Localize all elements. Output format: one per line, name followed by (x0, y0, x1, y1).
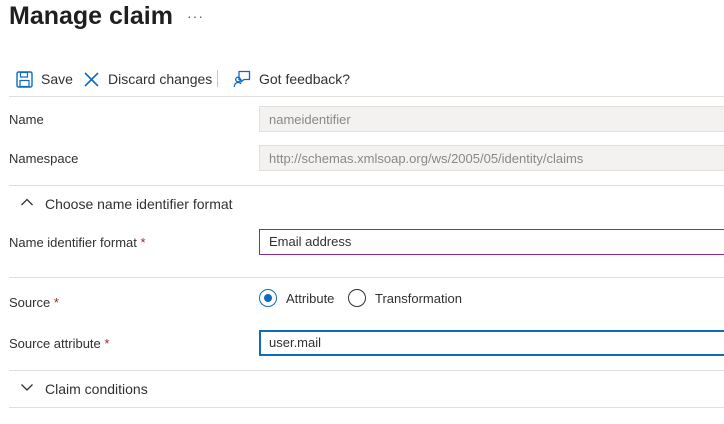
save-icon (16, 70, 41, 88)
radio-checked-icon (259, 289, 277, 307)
radio-unchecked-icon (348, 289, 366, 307)
source-attribute-combobox[interactable]: user.mail (259, 330, 724, 356)
save-label: Save (41, 71, 73, 87)
feedback-label: Got feedback? (259, 71, 351, 87)
claim-conditions-title: Claim conditions (45, 380, 148, 397)
required-marker: * (104, 336, 110, 351)
source-label: Source * (9, 295, 59, 310)
source-transformation-option-label: Transformation (375, 290, 462, 306)
namespace-field (259, 145, 724, 171)
feedback-icon (233, 70, 259, 88)
discard-changes-label: Discard changes (108, 71, 213, 87)
save-button[interactable]: Save (16, 66, 73, 92)
radio-dot (264, 294, 272, 302)
source-attribute-label: Source attribute * (9, 336, 110, 351)
section-divider (9, 185, 724, 186)
name-label: Name (9, 112, 44, 127)
name-identifier-section-title: Choose name identifier format (45, 195, 233, 212)
chevron-up-icon (20, 195, 45, 212)
page-title: Manage claim (9, 2, 173, 30)
close-icon (83, 71, 108, 88)
toolbar-divider (9, 96, 724, 97)
claim-conditions-toggle[interactable]: Claim conditions (20, 380, 148, 397)
namespace-label: Namespace (9, 151, 79, 166)
name-identifier-format-label: Name identifier format * (9, 235, 146, 250)
name-identifier-format-dropdown[interactable]: Email address (259, 229, 724, 255)
source-transformation-radio[interactable]: Transformation (348, 289, 462, 307)
discard-changes-button[interactable]: Discard changes (83, 66, 212, 92)
toolbar-separator (217, 70, 218, 87)
more-options-button[interactable]: ··· (187, 8, 204, 24)
section-divider (9, 370, 724, 371)
source-attribute-radio[interactable]: Attribute (259, 289, 334, 307)
feedback-button[interactable]: Got feedback? (233, 66, 350, 92)
required-marker: * (140, 235, 146, 250)
name-identifier-section-toggle[interactable]: Choose name identifier format (20, 195, 233, 212)
source-attribute-option-label: Attribute (286, 290, 335, 306)
chevron-down-icon (20, 380, 45, 397)
section-divider (9, 277, 724, 278)
name-field (259, 106, 724, 132)
name-identifier-format-value: Email address (269, 234, 352, 249)
required-marker: * (53, 295, 59, 310)
section-divider (9, 407, 724, 408)
source-attribute-value: user.mail (269, 335, 322, 350)
